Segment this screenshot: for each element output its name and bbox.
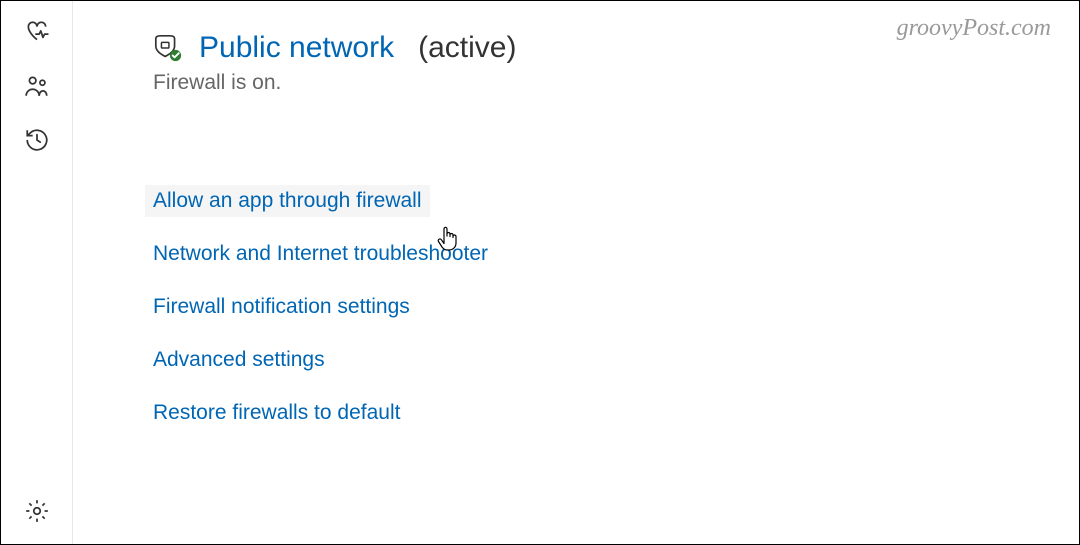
link-restore-firewalls-default[interactable]: Restore firewalls to default bbox=[145, 397, 408, 429]
sidebar bbox=[1, 1, 73, 544]
link-advanced-settings[interactable]: Advanced settings bbox=[145, 344, 333, 376]
main-content: Public network (active) Firewall is on. … bbox=[73, 1, 1079, 544]
settings-links: Allow an app through firewall Network an… bbox=[153, 185, 1039, 429]
link-allow-app-through-firewall[interactable]: Allow an app through firewall bbox=[145, 185, 430, 217]
watermark: groovyPost.com bbox=[897, 15, 1051, 42]
public-network-shield-icon bbox=[153, 33, 183, 63]
firewall-status-text: Firewall is on. bbox=[153, 71, 1039, 95]
protection-history-icon[interactable] bbox=[24, 127, 50, 153]
page-title[interactable]: Public network bbox=[199, 31, 394, 65]
page-status: (active) bbox=[418, 31, 516, 65]
family-options-icon[interactable] bbox=[24, 73, 50, 99]
link-firewall-notification-settings[interactable]: Firewall notification settings bbox=[145, 291, 418, 323]
settings-icon[interactable] bbox=[24, 498, 50, 524]
link-network-troubleshooter[interactable]: Network and Internet troubleshooter bbox=[145, 238, 496, 270]
device-performance-health-icon[interactable] bbox=[24, 19, 50, 45]
